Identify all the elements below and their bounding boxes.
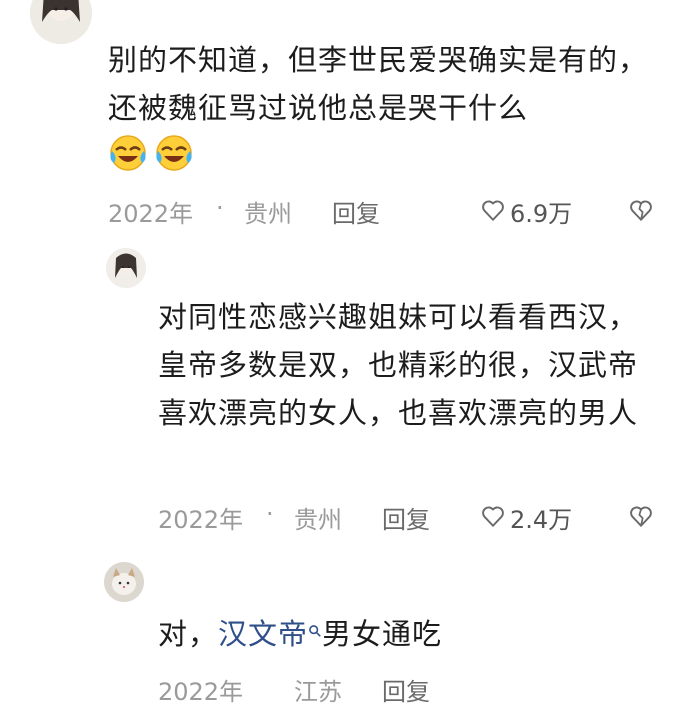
comment-location: 贵州: [244, 200, 292, 228]
broken-heart-icon[interactable]: [628, 503, 654, 529]
comment-text-suffix: 男女通吃: [322, 617, 443, 651]
comment-meta: 2022年 江苏 回复: [158, 672, 668, 707]
comment-text: 对同性恋感兴趣姐妹可以看看西汉，皇帝多数是双，也精彩的很，汉武帝喜欢漂亮的女人，…: [158, 300, 639, 430]
comment-year: 2022年: [108, 200, 194, 228]
emoji-row: [108, 132, 200, 172]
crying-laughing-emoji: [154, 132, 194, 172]
reply-button[interactable]: 回复: [382, 672, 430, 707]
comment-text: 别的不知道，但李世民爱哭确实是有的，还被魏征骂过说他总是哭干什么: [108, 43, 649, 125]
comment-year: 2022年: [158, 506, 244, 534]
comment-text-prefix: 对，: [158, 617, 219, 651]
heart-outline-icon[interactable]: [480, 503, 506, 529]
reply-button[interactable]: 回复: [332, 194, 380, 229]
meta-separator: ·: [266, 500, 274, 528]
comment-text: 对，汉文帝 男女通吃: [158, 610, 658, 658]
commenter-avatar[interactable]: [106, 248, 146, 288]
comment-location: 江苏: [294, 678, 342, 706]
commenter-avatar[interactable]: [30, 0, 92, 44]
commenter-avatar[interactable]: [104, 562, 144, 602]
reply-button[interactable]: 回复: [382, 500, 430, 535]
comment-location: 贵州: [294, 506, 342, 534]
search-link[interactable]: 汉文帝: [218, 617, 308, 651]
heart-outline-icon[interactable]: [480, 197, 506, 223]
comment-meta: 2022年 · 贵州 回复 6.9万: [108, 194, 668, 229]
like-count: 2.4万: [510, 506, 573, 534]
crying-laughing-emoji: [108, 132, 148, 172]
meta-separator: ·: [216, 194, 224, 222]
broken-heart-icon[interactable]: [628, 197, 654, 223]
like-count: 6.9万: [510, 200, 573, 228]
comment-meta: 2022年 · 贵州 回复 2.4万: [158, 500, 668, 535]
search-icon[interactable]: [308, 624, 322, 638]
comment-year: 2022年: [158, 678, 244, 706]
